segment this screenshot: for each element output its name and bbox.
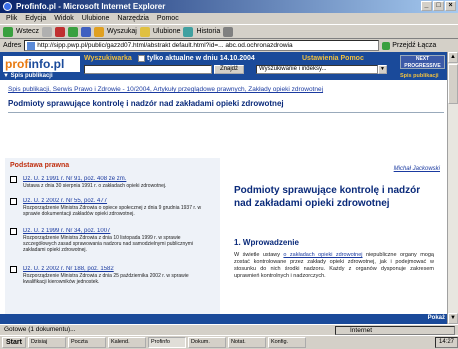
- scroll-down-arrow-icon[interactable]: ▼: [448, 313, 458, 324]
- back-button[interactable]: Wstecz: [16, 28, 39, 35]
- chevron-down-icon[interactable]: ▼: [378, 65, 387, 74]
- search-mode-select[interactable]: Wyszukiwanie i indeksy...: [256, 65, 378, 74]
- spis-publikacji-link[interactable]: ▼ Spis publikacji: [3, 73, 53, 79]
- legal-act-description: Rozporządzenie Ministra Zdrowia z dnia 2…: [23, 273, 189, 285]
- scroll-up-arrow-icon[interactable]: ▲: [448, 52, 458, 63]
- law-link[interactable]: o zakładach opieki zdrowotnej: [283, 252, 362, 258]
- system-clock: 14:27: [434, 337, 458, 348]
- taskbar: Start Dzisiaj Poczta Kalend. Profinfo Do…: [0, 335, 458, 349]
- forward-arrow-icon[interactable]: [41, 26, 52, 37]
- address-input[interactable]: http://sipp.pwp.pl/public/gazzd07.html/a…: [24, 40, 380, 51]
- site-search-button[interactable]: Znajdź: [214, 65, 244, 74]
- scroll-thumb[interactable]: [448, 64, 458, 104]
- legal-basis-title: Podstawa prawna: [10, 162, 70, 169]
- legal-basis-panel: Podstawa prawna Dz. U. z 1991 r. Nr 91, …: [5, 158, 220, 324]
- breadcrumb[interactable]: Spis publikacji, Serwis Prawo i Zdrowie …: [8, 86, 408, 93]
- history-icon[interactable]: [183, 26, 194, 37]
- taskbar-item[interactable]: Dzisiaj: [27, 337, 66, 348]
- page-title: Podmioty sprawujące kontrolę i nadzór na…: [8, 99, 284, 108]
- site-header: profinfo.pl ▼ Spis publikacji Wyszukiwar…: [0, 52, 447, 80]
- author-link[interactable]: Michał Jackowski: [394, 166, 440, 172]
- menu-file[interactable]: Plik: [6, 13, 17, 24]
- legal-act-description: Ustawa z dnia 30 sierpnia 1991 r. o zakł…: [23, 183, 167, 189]
- favorites-button[interactable]: Ulubione: [153, 28, 181, 35]
- status-bar: Gotowe (1 dokumentu)... Internet: [0, 324, 458, 335]
- menu-tools[interactable]: Narzędzia: [117, 13, 149, 24]
- legal-act-link[interactable]: Dz. U. z 2002 r. Nr 188, poz. 1582: [23, 266, 213, 272]
- taskbar-item[interactable]: Kalend.: [107, 337, 146, 348]
- current-only-checkbox-row: tylko aktualne w dniu 14.10.2004: [138, 55, 255, 62]
- stop-icon[interactable]: [54, 26, 65, 37]
- legal-act-link[interactable]: Dz. U. z 2002 r. Nr 55, poz. 477: [23, 198, 213, 204]
- taskbar-item-active[interactable]: Profinfo: [147, 337, 186, 348]
- pokaz-link[interactable]: Pokaż: [428, 315, 445, 321]
- search-label: Wyszukiwarka: [84, 55, 132, 62]
- address-url: http://sipp.pwp.pl/public/gazzd07.html/a…: [37, 42, 293, 49]
- article-paragraph: W świetle ustawy o zakładach opieki zdro…: [234, 252, 434, 279]
- window-title-bar: Profinfo.pl - Microsoft Internet Explore…: [0, 0, 458, 13]
- site-search-input[interactable]: [84, 65, 212, 74]
- settings-help-links[interactable]: Ustawienia Pomoc: [302, 55, 364, 62]
- links-button[interactable]: Łącza: [418, 42, 437, 49]
- footer-bar: Pokaż: [0, 314, 447, 324]
- search-icon[interactable]: [93, 26, 104, 37]
- legal-act-link[interactable]: Dz. U. z 1999 r. Nr 34, poz. 1007: [23, 228, 213, 234]
- taskbar-item[interactable]: Dokum.: [187, 337, 226, 348]
- toolbar: Wstecz Wyszukaj Ulubione Historia: [0, 24, 458, 39]
- document-icon: [10, 228, 17, 235]
- page-icon: [27, 42, 36, 50]
- vertical-scrollbar[interactable]: ▲ ▼: [447, 52, 458, 324]
- minimize-button[interactable]: _: [421, 1, 432, 11]
- section-heading: 1. Wprowadzenie: [234, 238, 299, 247]
- back-arrow-icon[interactable]: [3, 26, 13, 37]
- profinfo-logo[interactable]: profinfo.pl: [3, 56, 80, 72]
- address-label: Adres: [3, 42, 22, 49]
- page-content: profinfo.pl ▼ Spis publikacji Wyszukiwar…: [0, 52, 447, 324]
- close-button[interactable]: ×: [445, 1, 456, 11]
- legal-act-description: Rozporządzenie Ministra Zdrowia z dnia 1…: [23, 235, 194, 253]
- taskbar-item[interactable]: Konfig.: [267, 337, 306, 348]
- taskbar-item[interactable]: Notat.: [227, 337, 266, 348]
- article-title: Podmioty sprawujące kontrolę i nadzór na…: [234, 185, 421, 209]
- home-icon[interactable]: [80, 26, 91, 37]
- ie-icon: [3, 2, 12, 11]
- search-button[interactable]: Wyszukaj: [107, 28, 137, 35]
- refresh-icon[interactable]: [67, 26, 78, 37]
- current-only-label: tylko aktualne w dniu 14.10.2004: [147, 55, 255, 62]
- spis-publikacji-right-link[interactable]: Spis publikacji: [400, 73, 439, 79]
- menu-favorites[interactable]: Ulubione: [82, 13, 110, 24]
- taskbar-item[interactable]: Poczta: [67, 337, 106, 348]
- menu-bar: Plik Edycja Widok Ulubione Narzędzia Pom…: [0, 13, 458, 24]
- status-text: Gotowe (1 dokumentu)...: [4, 326, 76, 333]
- window-title: Profinfo.pl - Microsoft Internet Explore…: [16, 2, 166, 11]
- legal-act-link[interactable]: Dz. U. z 1991 r. Nr 91, poz. 408 ze zm.: [23, 176, 213, 182]
- menu-view[interactable]: Widok: [54, 13, 73, 24]
- history-button[interactable]: Historia: [196, 28, 220, 35]
- menu-edit[interactable]: Edycja: [25, 13, 46, 24]
- divider: [8, 112, 444, 113]
- menu-help[interactable]: Pomoc: [157, 13, 179, 24]
- go-button[interactable]: Przejdź: [392, 42, 415, 49]
- document-icon: [10, 198, 17, 205]
- article-panel: Michał Jackowski Podmioty sprawujące kon…: [228, 158, 444, 324]
- mail-icon[interactable]: [223, 26, 234, 37]
- current-only-checkbox[interactable]: [138, 55, 145, 62]
- favorites-icon[interactable]: [139, 26, 150, 37]
- go-arrow-icon[interactable]: [382, 41, 391, 50]
- legal-act-description: Rozporządzenie Ministra Zdrowia o opiece…: [23, 205, 202, 217]
- next-logo: NEXT PROGRESSIVE: [400, 55, 445, 69]
- internet-zone: Internet: [335, 326, 455, 335]
- address-bar: Adres http://sipp.pwp.pl/public/gazzd07.…: [0, 39, 458, 52]
- maximize-button[interactable]: □: [433, 1, 444, 11]
- start-button[interactable]: Start: [2, 337, 26, 348]
- document-icon: [10, 176, 17, 183]
- document-icon: [10, 266, 17, 273]
